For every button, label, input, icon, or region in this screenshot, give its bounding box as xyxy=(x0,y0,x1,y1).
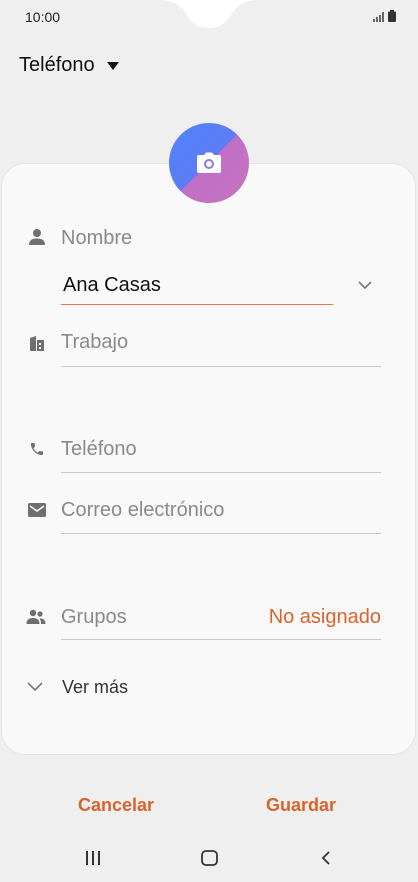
dropdown-arrow-icon xyxy=(106,61,119,70)
status-time: 10:00 xyxy=(25,9,61,25)
account-type-dropdown[interactable]: Teléfono xyxy=(19,54,119,77)
back-icon[interactable] xyxy=(321,850,331,866)
account-type-label: Teléfono xyxy=(19,54,95,76)
groups-icon xyxy=(26,607,46,627)
chevron-down-icon xyxy=(27,682,43,692)
groups-value[interactable]: No asignado xyxy=(269,606,381,629)
battery-icon xyxy=(388,10,396,22)
navigation-bar xyxy=(0,835,418,882)
email-icon xyxy=(27,500,47,520)
name-input[interactable]: Ana Casas xyxy=(63,274,161,297)
signal-icon xyxy=(373,12,384,22)
email-input[interactable]: Correo electrónico xyxy=(61,499,224,522)
phone-underline xyxy=(61,472,381,473)
work-input[interactable]: Trabajo xyxy=(61,331,128,354)
name-label: Nombre xyxy=(61,227,133,249)
building-icon xyxy=(27,333,47,353)
save-button[interactable]: Guardar xyxy=(266,795,336,816)
expand-name-icon[interactable] xyxy=(357,280,373,290)
phone-input[interactable]: Teléfono xyxy=(61,438,137,461)
email-underline xyxy=(61,533,381,534)
phone-icon xyxy=(27,439,47,459)
view-more-button[interactable]: Ver más xyxy=(62,677,128,698)
contact-photo-button[interactable] xyxy=(169,123,249,203)
groups-underline xyxy=(61,639,381,640)
cancel-button[interactable]: Cancelar xyxy=(78,795,154,816)
person-icon xyxy=(27,227,47,247)
camera-icon xyxy=(197,152,221,173)
camera-notch xyxy=(160,0,258,28)
recent-apps-icon[interactable] xyxy=(85,851,101,865)
work-underline xyxy=(61,366,381,367)
system-icons xyxy=(373,10,396,22)
status-bar: 10:00 xyxy=(0,0,418,34)
home-icon[interactable] xyxy=(201,850,218,866)
groups-label: Grupos xyxy=(61,606,127,628)
name-underline xyxy=(61,304,333,305)
